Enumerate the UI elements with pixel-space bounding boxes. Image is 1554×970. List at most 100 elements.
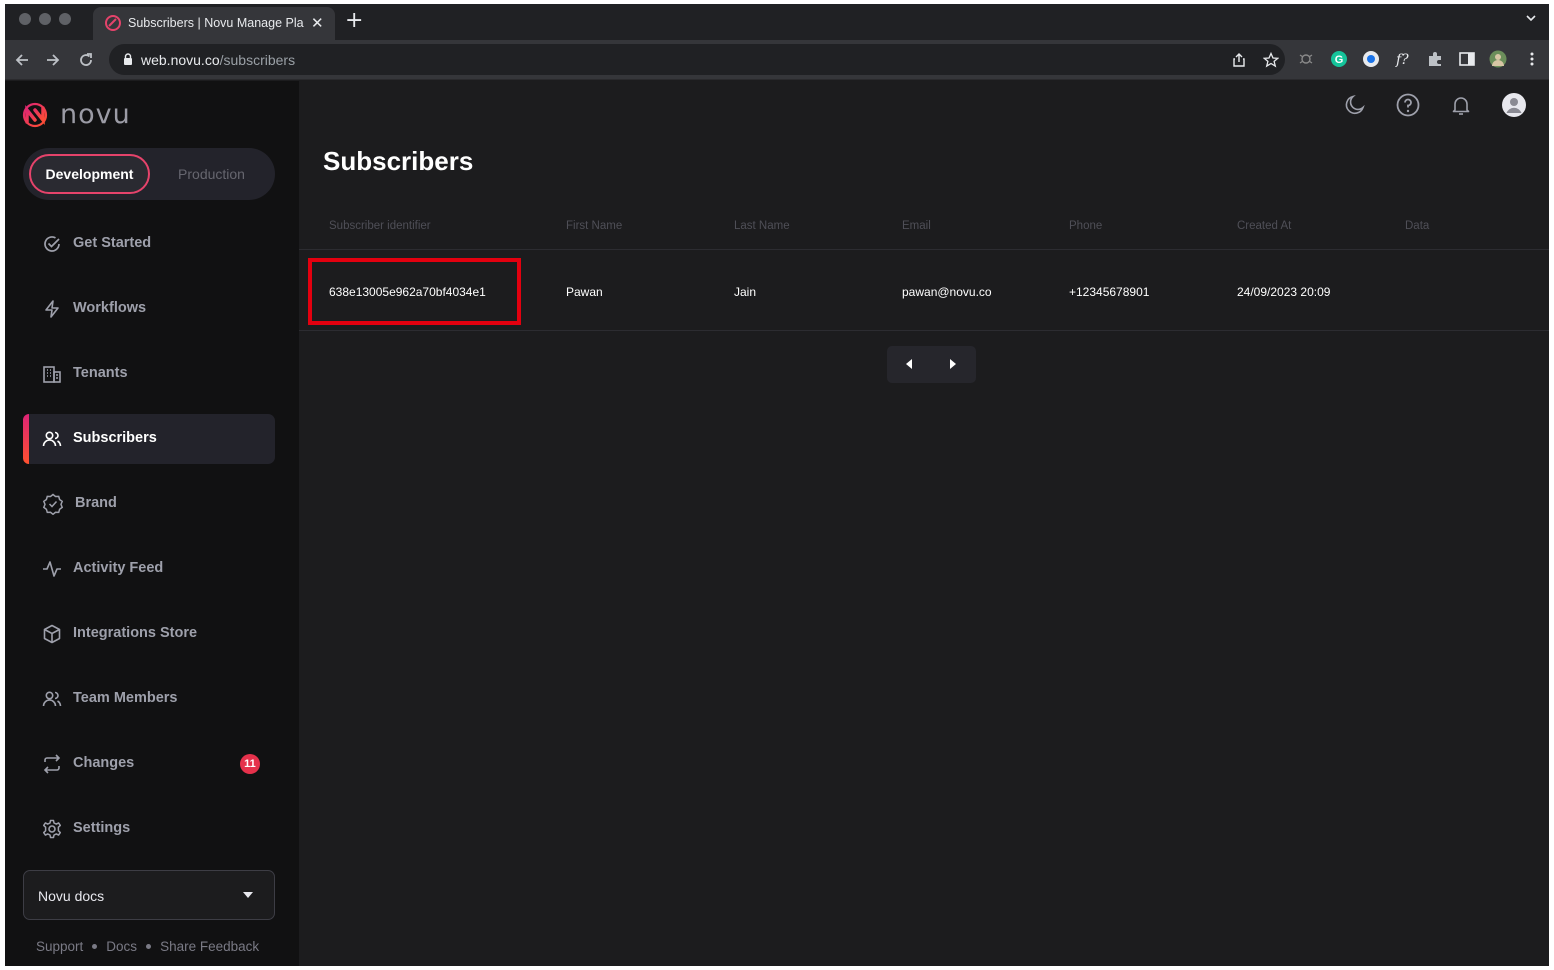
help-icon[interactable]	[1396, 93, 1420, 117]
cell-subscriber-identifier: 638e13005e962a70bf4034e1	[329, 285, 486, 299]
sidebar-item-changes[interactable]: Changes 11	[23, 739, 275, 789]
column-header: First Name	[566, 220, 623, 232]
sidebar-item-label: Changes	[73, 755, 135, 771]
url-host: web.novu.co	[141, 52, 220, 68]
window-close-dot[interactable]	[19, 13, 31, 25]
sidebar-item-label: Settings	[73, 820, 131, 836]
pagination	[887, 346, 976, 383]
cell-email: pawan@novu.co	[902, 285, 992, 299]
column-header: Phone	[1069, 220, 1103, 232]
logo-text: novu	[60, 99, 131, 130]
check-circle-icon	[44, 236, 60, 252]
next-page-icon[interactable]	[950, 359, 956, 369]
sidebar-item-label: Team Members	[73, 690, 178, 706]
sidebar-item-activity-feed[interactable]: Activity Feed	[23, 544, 275, 594]
browser-toolbar: web.novu.co/subscribers G f?	[5, 40, 1549, 80]
moon-icon[interactable]	[1343, 93, 1367, 117]
url-path: /subscribers	[219, 52, 296, 68]
bookmark-star-icon[interactable]	[1263, 52, 1279, 68]
column-header: Email	[902, 220, 931, 232]
environment-switch: Development Production	[23, 148, 275, 200]
window-minimize-dot[interactable]	[39, 13, 51, 25]
column-header: Created At	[1237, 220, 1292, 232]
user-avatar-icon[interactable]	[1502, 93, 1526, 117]
new-tab-icon[interactable]: +	[345, 8, 363, 33]
column-header: Subscriber identifier	[329, 220, 431, 232]
share-feedback-link[interactable]: Share Feedback	[160, 939, 259, 954]
formula-extension-icon[interactable]: f?	[1394, 50, 1412, 68]
separator-dot	[92, 943, 98, 949]
profile-avatar-icon[interactable]	[1489, 50, 1507, 68]
puzzle-extensions-icon[interactable]	[1426, 50, 1444, 68]
novu-logo-icon	[22, 102, 48, 127]
novu-favicon-icon	[105, 15, 121, 31]
cell-created-at: 24/09/2023 20:09	[1237, 285, 1331, 299]
column-header: Last Name	[734, 220, 790, 232]
sidebar-item-team-members[interactable]: Team Members	[23, 674, 275, 724]
team-icon	[42, 691, 62, 707]
activity-icon	[43, 561, 61, 577]
sidebar-item-get-started[interactable]: Get Started	[23, 219, 275, 269]
env-production-button[interactable]: Production	[154, 154, 269, 194]
box-icon	[43, 624, 61, 644]
changes-count-badge: 11	[240, 754, 260, 774]
env-development-button[interactable]: Development	[29, 154, 150, 194]
sidebar-item-workflows[interactable]: Workflows	[23, 284, 275, 334]
previous-page-icon[interactable]	[906, 359, 912, 369]
sidebar-item-label: Get Started	[73, 235, 152, 251]
gear-icon	[42, 819, 62, 839]
sidebar-item-label: Activity Feed	[73, 560, 164, 576]
svg-text:f?: f?	[1395, 52, 1409, 68]
sidebar-item-tenants[interactable]: Tenants	[23, 349, 275, 399]
sidebar-item-label: Subscribers	[73, 430, 157, 446]
side-panel-icon[interactable]	[1458, 50, 1476, 68]
main-content: Subscribers Subscriber identifier First …	[299, 81, 1549, 966]
sidebar-item-label: Workflows	[73, 300, 147, 316]
cell-first-name: Pawan	[566, 285, 603, 299]
bell-icon[interactable]	[1449, 93, 1473, 117]
chevron-down-icon[interactable]	[1525, 12, 1537, 24]
bug-extension-icon[interactable]	[1297, 50, 1315, 68]
cell-last-name: Jain	[734, 285, 757, 299]
sidebar-item-settings[interactable]: Settings	[23, 804, 275, 854]
sidebar-item-label: Brand	[75, 495, 117, 511]
sidebar-item-brand[interactable]: Brand	[23, 479, 275, 529]
address-bar[interactable]: web.novu.co/subscribers	[109, 44, 1285, 75]
bolt-icon	[45, 300, 59, 318]
organization-select-value: Novu docs	[38, 888, 105, 904]
browser-window: Subscribers | Novu Manage Pla ✕ + web.no…	[5, 4, 1549, 966]
url-text: web.novu.co/subscribers	[141, 52, 295, 68]
table-row[interactable]: 638e13005e962a70bf4034e1 Pawan Jain pawa…	[299, 251, 1549, 331]
novu-logo[interactable]: novu	[22, 99, 131, 130]
back-arrow-icon[interactable]	[13, 51, 31, 69]
users-icon	[42, 431, 62, 447]
docs-link[interactable]: Docs	[106, 939, 137, 954]
tab-title: Subscribers | Novu Manage Pla	[128, 16, 304, 30]
sidebar-item-subscribers[interactable]: Subscribers	[23, 414, 275, 464]
separator-dot	[146, 943, 152, 949]
page-title: Subscribers	[323, 146, 474, 176]
building-icon	[43, 366, 61, 383]
extension-badge-icon[interactable]	[1362, 50, 1380, 68]
lock-icon	[124, 53, 132, 65]
forward-arrow-icon[interactable]	[44, 51, 62, 69]
grammarly-extension-icon[interactable]: G	[1330, 50, 1348, 68]
window-zoom-dot[interactable]	[59, 13, 71, 25]
browser-menu-icon[interactable]	[1523, 50, 1541, 68]
swap-icon	[43, 754, 61, 774]
sidebar-footer-links: Support Docs Share Feedback	[36, 939, 259, 954]
column-header: Data	[1405, 220, 1430, 232]
browser-tab-active[interactable]: Subscribers | Novu Manage Pla ✕	[93, 7, 335, 40]
tab-close-icon[interactable]: ✕	[311, 14, 324, 32]
share-icon[interactable]	[1231, 52, 1247, 68]
brand-badge-icon	[42, 493, 64, 515]
browser-tabstrip: Subscribers | Novu Manage Pla ✕ +	[5, 4, 1549, 40]
sidebar-item-integrations-store[interactable]: Integrations Store	[23, 609, 275, 659]
reload-icon[interactable]	[77, 51, 95, 69]
caret-down-icon	[243, 892, 253, 898]
cell-phone: +12345678901	[1069, 285, 1150, 299]
support-link[interactable]: Support	[36, 939, 83, 954]
svg-text:G: G	[1335, 54, 1344, 66]
sidebar: novu Development Production Get Started …	[5, 81, 299, 966]
organization-select[interactable]: Novu docs	[23, 870, 275, 920]
